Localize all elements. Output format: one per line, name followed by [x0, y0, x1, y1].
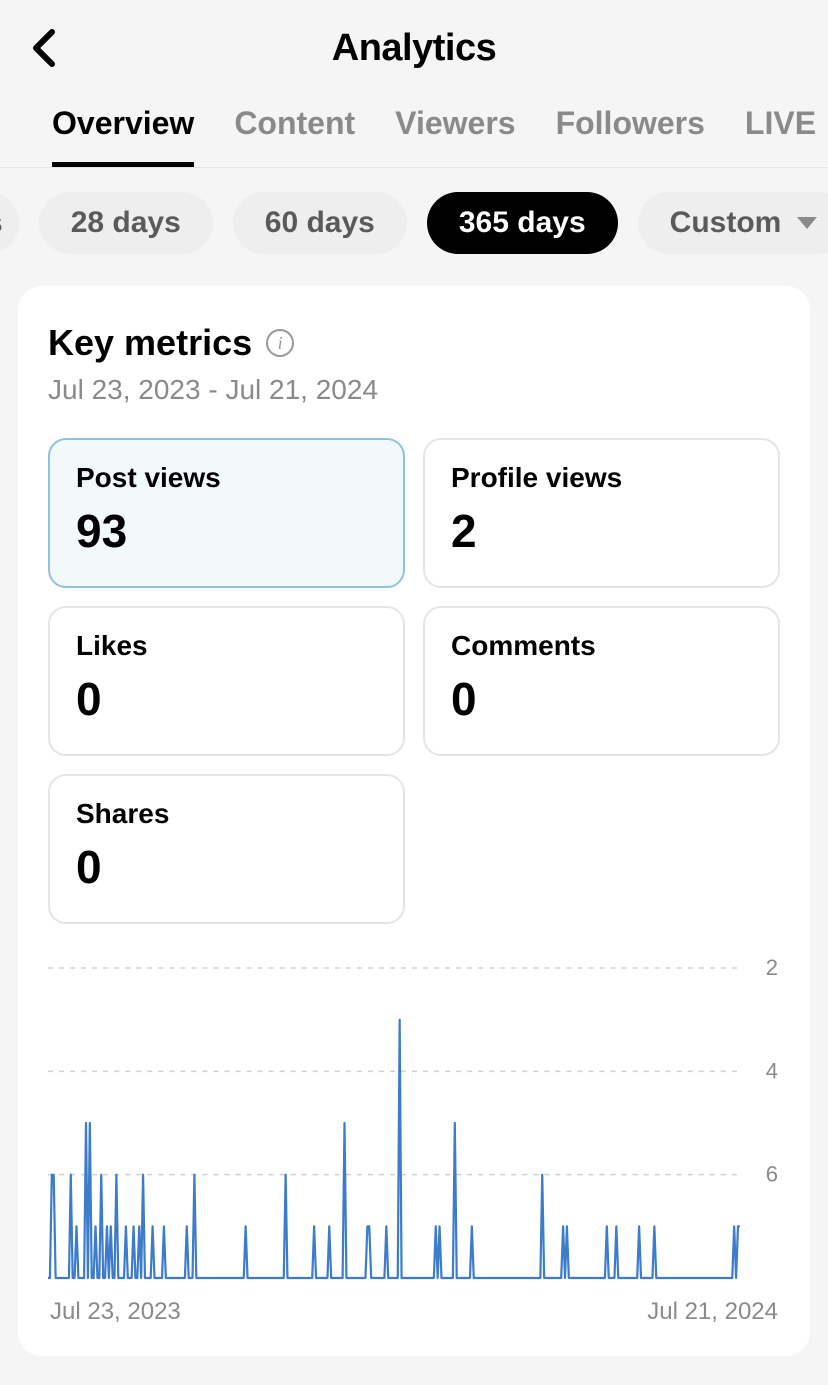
tab-followers[interactable]: Followers: [556, 105, 705, 167]
metric-label: Shares: [76, 798, 377, 830]
metric-value: 93: [76, 504, 377, 558]
date-range-row: s 28 days 60 days 365 days Custom: [0, 168, 828, 278]
key-metrics-card: Key metrics i Jul 23, 2023 - Jul 21, 202…: [18, 286, 810, 1356]
metric-profile-views[interactable]: Profile views 2: [423, 438, 780, 588]
metric-label: Profile views: [451, 462, 752, 494]
card-title-row: Key metrics i: [48, 322, 780, 364]
chevron-left-icon: [30, 28, 58, 68]
tab-live[interactable]: LIVE: [745, 105, 816, 167]
svg-text:4: 4: [766, 1058, 778, 1083]
range-chip-365days[interactable]: 365 days: [427, 192, 618, 254]
metrics-grid: Post views 93 Profile views 2 Likes 0 Co…: [48, 438, 780, 924]
metric-value: 0: [76, 672, 377, 726]
range-chip-60days[interactable]: 60 days: [233, 192, 407, 254]
tabs-row: Overview Content Viewers Followers LIVE: [0, 96, 828, 168]
card-title: Key metrics: [48, 322, 252, 364]
chart-svg: 6 4 2: [48, 958, 780, 1288]
date-range-text: Jul 23, 2023 - Jul 21, 2024: [48, 374, 780, 406]
metric-label: Comments: [451, 630, 752, 662]
metric-value: 0: [76, 840, 377, 894]
chart-x-end: Jul 21, 2024: [647, 1298, 778, 1326]
metric-label: Post views: [76, 462, 377, 494]
header: Analytics: [0, 0, 828, 96]
page-title: Analytics: [0, 27, 828, 70]
svg-text:6: 6: [766, 1162, 778, 1187]
metric-shares[interactable]: Shares 0: [48, 774, 405, 924]
metric-label: Likes: [76, 630, 377, 662]
chevron-down-icon: [797, 217, 817, 229]
tab-overview[interactable]: Overview: [52, 105, 194, 167]
metric-post-views[interactable]: Post views 93: [48, 438, 405, 588]
range-chip-partial[interactable]: s: [0, 192, 19, 254]
range-chip-custom[interactable]: Custom: [638, 192, 828, 254]
metric-value: 2: [451, 504, 752, 558]
metric-likes[interactable]: Likes 0: [48, 606, 405, 756]
chart-x-labels: Jul 23, 2023 Jul 21, 2024: [48, 1298, 780, 1326]
back-button[interactable]: [20, 24, 68, 72]
svg-text:2: 2: [766, 958, 778, 980]
metric-comments[interactable]: Comments 0: [423, 606, 780, 756]
tab-content[interactable]: Content: [234, 105, 355, 167]
metric-value: 0: [451, 672, 752, 726]
chart-x-start: Jul 23, 2023: [50, 1298, 181, 1326]
tab-viewers[interactable]: Viewers: [395, 105, 515, 167]
info-icon[interactable]: i: [266, 329, 294, 357]
chart: 6 4 2 Jul 23, 2023 Jul 21, 2024: [48, 958, 780, 1326]
range-chip-custom-label: Custom: [670, 206, 782, 240]
range-chip-28days[interactable]: 28 days: [39, 192, 213, 254]
